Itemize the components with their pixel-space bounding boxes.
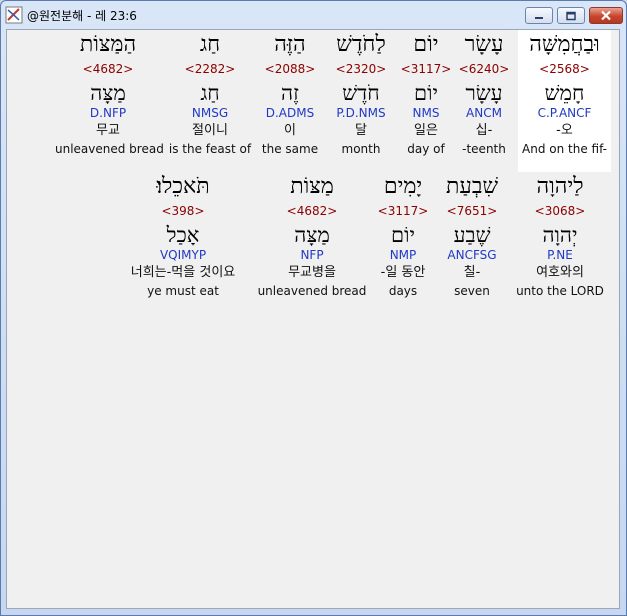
lemma: מַצָּה <box>90 81 126 105</box>
lemma: מַצָּה <box>294 223 330 247</box>
hebrew-word: לַיהוָה <box>536 174 584 199</box>
strong-number[interactable]: <6240> <box>446 60 522 78</box>
morphology-code: ANCFSG <box>447 248 497 262</box>
english-gloss: is the feast of <box>168 142 252 156</box>
hebrew-word: יוֹם <box>413 32 439 57</box>
lemma: שֶׁבַע <box>453 223 491 247</box>
english-gloss: unto the LORD <box>516 284 604 298</box>
maximize-button[interactable] <box>557 7 585 24</box>
close-button[interactable] <box>589 7 623 24</box>
morphology-code: NFP <box>300 248 324 262</box>
hebrew-word: הַמַּצּוֹת <box>79 32 137 57</box>
word-cell[interactable]: שִׁבְעַת <7651> שֶׁבַע ANCFSG 칠- seven <box>437 172 507 300</box>
strong-number[interactable]: <2320> <box>323 60 399 78</box>
korean-gloss: -일 동안 <box>380 265 426 280</box>
minimize-button[interactable] <box>525 7 553 24</box>
word-cell[interactable]: הַזֶּה <2088> זֶה D.ADMS 이 the same <box>255 30 325 158</box>
app-logo-icon <box>5 6 23 24</box>
hebrew-word: עָשָׂר <box>464 32 504 57</box>
hebrew-word: חַג <box>199 32 221 57</box>
morphology-code: VQIMYP <box>159 248 207 262</box>
morphology-code: P.D.NMS <box>336 106 386 120</box>
hebrew-word: שִׁבְעַת <box>445 174 499 199</box>
lemma: זֶה <box>281 81 299 105</box>
lemma: יוֹם <box>391 223 415 247</box>
word-cell[interactable]: חַג <2282> חַג NMSG 절이니 is the feast of <box>165 30 255 158</box>
interlinear-panel[interactable]: וּבַחֲמִשָּׁה <2568> חָמֵשׁ C.P.ANCF -오 … <box>6 29 620 609</box>
hebrew-word: הַזֶּה <box>274 32 306 57</box>
word-cell[interactable]: יוֹם <3117> יוֹם NMS 일은 day of <box>396 30 456 158</box>
lemma: עָשָׂר <box>465 81 503 105</box>
morphology-code: P.NE <box>547 248 573 262</box>
korean-gloss: 이 <box>284 123 296 138</box>
word-cell[interactable]: עָשָׂר <6240> עָשָׂר ANCM 십- -teenth <box>446 30 522 158</box>
morphology-code: NMSG <box>191 106 229 120</box>
title-bar[interactable]: @원전분해 - 레 23:6 <box>1 1 626 29</box>
strong-number[interactable]: <398> <box>115 202 251 220</box>
word-cell[interactable]: תֹּאכֵלוּ׃ <398> אָכַל VQIMYP 너희는-먹을 것이요… <box>115 172 251 300</box>
korean-gloss: 칠- <box>463 265 481 280</box>
korean-gloss: 무교 <box>96 123 120 138</box>
strong-number[interactable]: <4682> <box>257 202 367 220</box>
morphology-code: D.NFP <box>89 106 127 120</box>
strong-number[interactable]: <3117> <box>396 60 456 78</box>
strong-number[interactable]: <2282> <box>165 60 255 78</box>
word-cell[interactable]: מַצּוֹת <4682> מַצָּה NFP 무교병을 unleavene… <box>257 172 367 300</box>
korean-gloss: -오 <box>556 123 573 138</box>
korean-gloss: 절이니 <box>192 123 228 138</box>
strong-number[interactable]: <4682> <box>55 60 161 78</box>
lemma: חָמֵשׁ <box>544 81 585 105</box>
hebrew-word: לַחֹדֶשׁ <box>336 32 386 57</box>
word-cell[interactable]: לַיהוָה <3068> יְהוָה P.NE 여호와의 unto the… <box>512 172 608 300</box>
english-gloss: And on the fif- <box>522 142 607 156</box>
korean-gloss: 너희는-먹을 것이요 <box>130 265 236 280</box>
strong-number[interactable]: <3068> <box>512 202 608 220</box>
lemma: חַג <box>200 81 220 105</box>
lemma: חֹדֶשׁ <box>342 81 380 105</box>
word-cell[interactable]: הַמַּצּוֹת <4682> מַצָּה D.NFP 무교 unleav… <box>55 30 164 158</box>
app-window: @원전분해 - 레 23:6 וּבַחֲמִשָּׁה <2568> חָמֵ… <box>0 0 627 616</box>
hebrew-word: יָמִים <box>383 174 423 199</box>
morphology-code: NMS <box>412 106 440 120</box>
korean-gloss: 무교병을 <box>288 265 336 280</box>
window-title: @원전분해 - 레 23:6 <box>27 9 137 23</box>
english-gloss: days <box>388 284 418 298</box>
hebrew-word: תֹּאכֵלוּ׃ <box>156 174 210 199</box>
english-gloss: unleavened bread <box>257 284 367 298</box>
lemma: יְהוָה <box>542 223 578 247</box>
morphology-code: NMP <box>389 248 417 262</box>
close-icon <box>601 10 611 21</box>
lemma: אָכַל <box>166 223 200 247</box>
strong-number[interactable]: <2568> <box>518 60 611 78</box>
strong-number[interactable]: <2088> <box>255 60 325 78</box>
strong-number[interactable]: <3117> <box>367 202 439 220</box>
morphology-code: ANCM <box>466 106 502 120</box>
korean-gloss: 여호와의 <box>536 265 584 280</box>
maximize-icon <box>566 11 576 20</box>
english-gloss: day of <box>407 142 445 156</box>
lemma: יוֹם <box>414 81 438 105</box>
english-gloss: ye must eat <box>147 284 219 298</box>
minimize-icon <box>535 16 543 19</box>
english-gloss: -teenth <box>462 142 506 156</box>
english-gloss: unleavened bread <box>55 142 164 156</box>
korean-gloss: 일은 <box>414 123 438 138</box>
korean-gloss: 십- <box>475 123 493 138</box>
word-cell[interactable]: יָמִים <3117> יוֹם NMP -일 동안 days <box>367 172 439 300</box>
hebrew-word: מַצּוֹת <box>290 174 334 199</box>
word-cell[interactable]: וּבַחֲמִשָּׁה <2568> חָמֵשׁ C.P.ANCF -오 … <box>518 30 611 172</box>
morphology-code: C.P.ANCF <box>537 106 592 120</box>
english-gloss: month <box>341 142 381 156</box>
strong-number[interactable]: <7651> <box>437 202 507 220</box>
english-gloss: the same <box>261 142 319 156</box>
english-gloss: seven <box>454 284 490 298</box>
morphology-code: D.ADMS <box>265 106 315 120</box>
hebrew-word: וּבַחֲמִשָּׁה <box>529 32 600 57</box>
word-cell[interactable]: לַחֹדֶשׁ <2320> חֹדֶשׁ P.D.NMS 달 month <box>323 30 399 158</box>
korean-gloss: 달 <box>355 123 367 138</box>
